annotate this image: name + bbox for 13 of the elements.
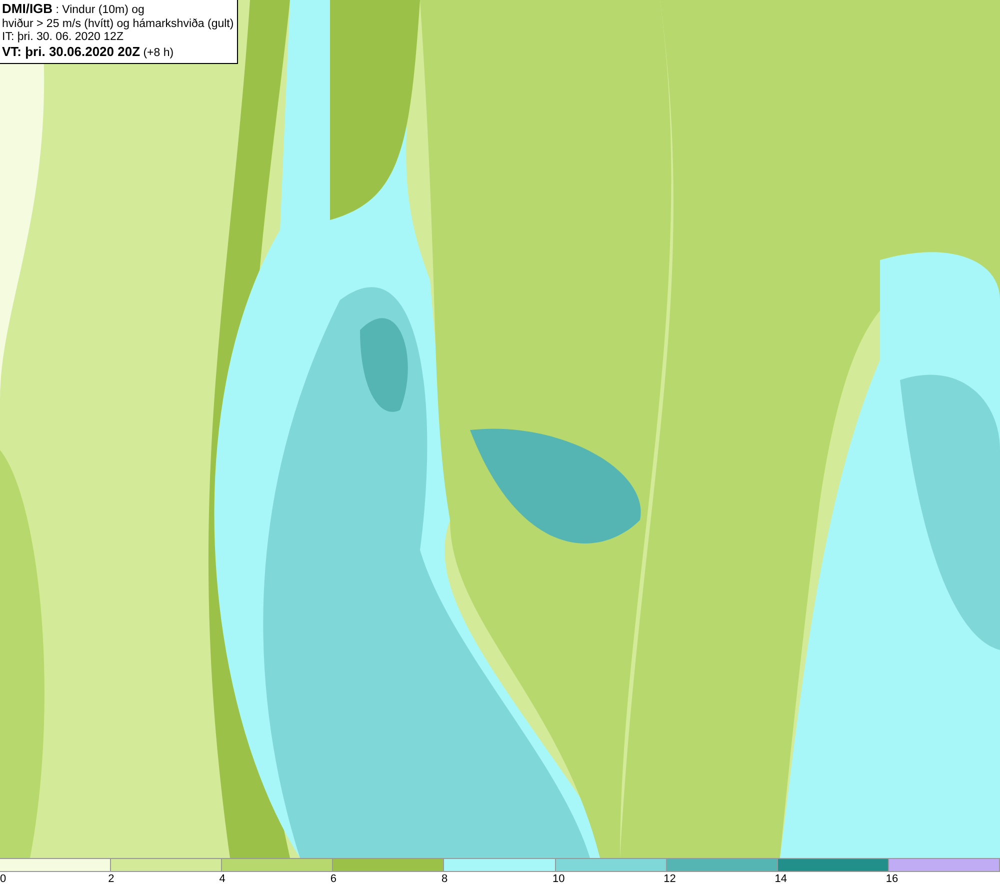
legend-label: 6 xyxy=(330,872,336,886)
legend-label: 16 xyxy=(886,872,898,886)
header-text: VT: þri. 30.06.2020 20Z (+8 h) xyxy=(2,44,175,60)
legend-label: 10 xyxy=(552,872,565,886)
legend-label: 4 xyxy=(219,872,226,886)
legend-label: 14 xyxy=(774,872,788,886)
legend-label: 2 xyxy=(108,872,114,886)
legend-label: 8 xyxy=(441,872,448,886)
legend-label: 12 xyxy=(664,872,676,886)
header-text: hviður > 25 m/s (hvítt) og hámarkshviða (gult) xyxy=(2,18,234,31)
header-text: DMI/IGB : Vindur (10m) og xyxy=(2,2,146,18)
legend-label: 0 xyxy=(0,872,6,886)
header-text: IT: þri. 30. 06. 2020 12Z xyxy=(2,31,124,44)
